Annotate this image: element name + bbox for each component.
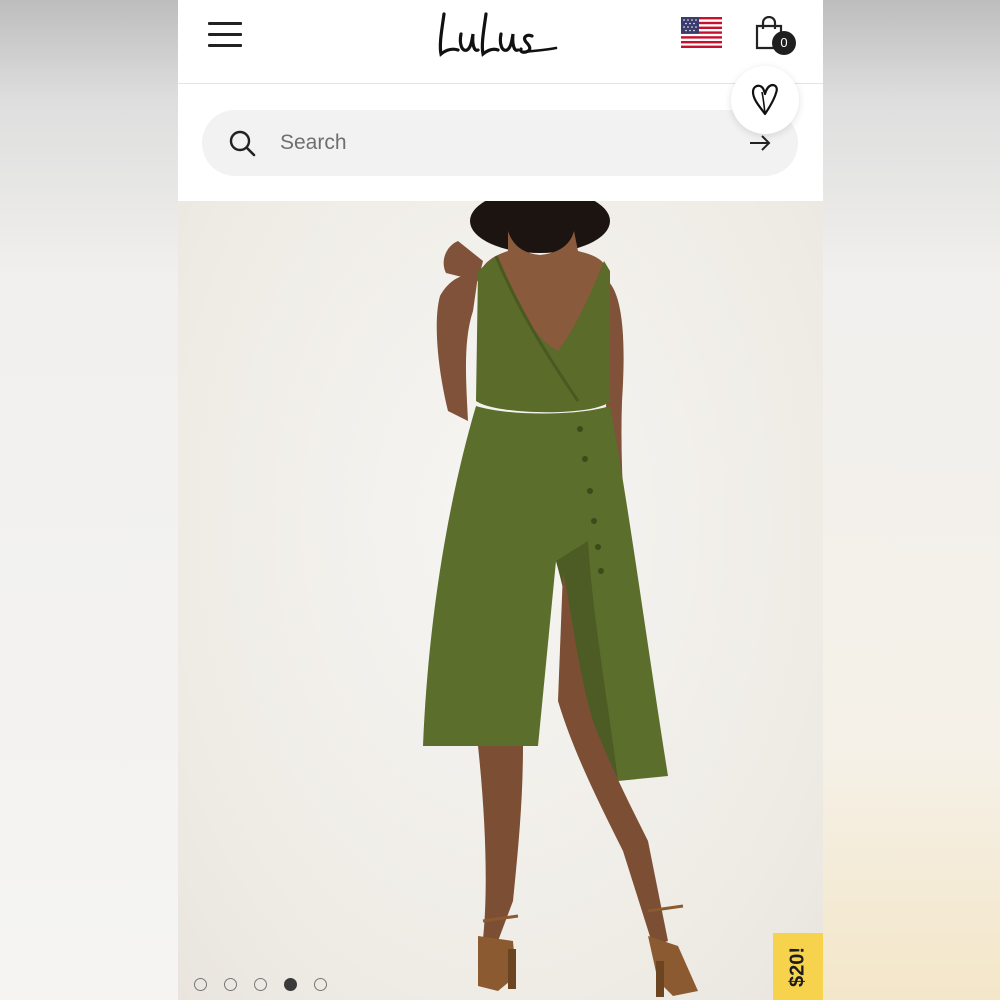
search-input[interactable]: [280, 125, 720, 161]
carousel-dot[interactable]: [194, 978, 207, 991]
right-backdrop: [823, 0, 1000, 1000]
left-backdrop: [0, 0, 178, 1000]
shopping-bag-button[interactable]: 0: [752, 14, 798, 58]
carousel-dot-active[interactable]: [284, 978, 297, 991]
us-flag-icon[interactable]: [681, 17, 722, 48]
phone-screen: 0 Search $20!: [178, 0, 823, 1000]
lulus-logo[interactable]: [434, 4, 564, 64]
site-header: 0: [178, 0, 823, 84]
carousel-dots: [194, 978, 327, 992]
search-section: [178, 84, 823, 201]
carousel-dot[interactable]: [314, 978, 327, 991]
carousel-dot[interactable]: [224, 978, 237, 991]
model-in-green-dress-illustration: [423, 189, 698, 997]
product-image[interactable]: [178, 189, 823, 1000]
arrow-right-icon[interactable]: [747, 130, 773, 156]
hamburger-menu-icon[interactable]: [208, 22, 242, 50]
magnifier-icon[interactable]: [228, 129, 256, 157]
search-bar: [202, 110, 798, 176]
carousel-dot[interactable]: [254, 978, 267, 991]
promo-tab[interactable]: $20!: [773, 933, 823, 1000]
cart-count-badge: 0: [772, 31, 796, 55]
promo-label: $20!: [786, 946, 809, 987]
wishlist-button[interactable]: [731, 66, 799, 134]
heart-icon: [751, 83, 778, 116]
